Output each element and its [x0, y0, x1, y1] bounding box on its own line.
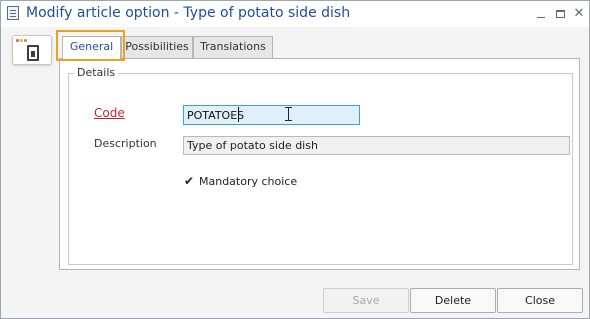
minimize-icon — [537, 17, 545, 18]
details-groupbox: Details Code Description ✔ Mandatory cho… — [68, 66, 573, 265]
checkmark-icon: ✔ — [183, 174, 195, 188]
close-window-button[interactable]: ✕ — [572, 7, 586, 21]
description-input[interactable] — [183, 136, 570, 155]
maximize-icon — [555, 10, 565, 18]
tab-possibilities[interactable]: Possibilities — [121, 36, 193, 58]
ibeam-cursor-icon — [285, 107, 292, 121]
save-button[interactable]: Save — [323, 288, 409, 313]
code-label: Code — [94, 106, 125, 120]
dialog-window: Modify article option - Type of potato s… — [0, 0, 590, 319]
close-button[interactable]: Close — [497, 288, 583, 313]
delete-button[interactable]: Delete — [410, 288, 496, 313]
details-group-label: Details — [74, 66, 119, 79]
mandatory-choice-label: Mandatory choice — [199, 175, 298, 188]
article-option-icon — [12, 35, 52, 65]
document-icon — [7, 6, 19, 20]
text-caret — [238, 107, 239, 122]
title-bar: Modify article option - Type of potato s… — [1, 1, 589, 27]
tab-translations[interactable]: Translations — [193, 36, 273, 58]
tab-general[interactable]: General — [62, 36, 121, 59]
code-input[interactable] — [183, 105, 360, 125]
description-label: Description — [94, 137, 157, 150]
minimize-button[interactable] — [534, 7, 548, 21]
maximize-button[interactable] — [553, 7, 567, 21]
mandatory-choice-checkbox[interactable]: ✔ — [183, 175, 195, 187]
close-icon: ✕ — [573, 6, 585, 21]
window-title: Modify article option - Type of potato s… — [26, 5, 351, 21]
general-tab-panel: Details Code Description ✔ Mandatory cho… — [59, 58, 580, 270]
